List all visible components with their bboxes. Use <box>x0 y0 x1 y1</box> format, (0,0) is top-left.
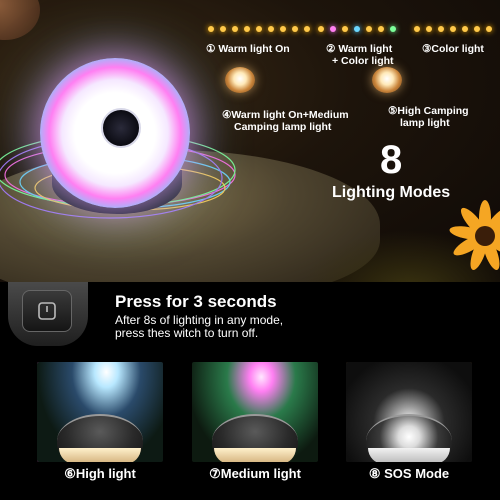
hero-scene: ① Warm light On ② Warm light + Color lig… <box>0 0 500 282</box>
lamp-puck-light <box>368 448 450 462</box>
mode-5-line2: lamp light <box>400 117 450 129</box>
mode-4-lamp-icon <box>225 67 255 93</box>
card-high-light <box>37 362 163 462</box>
mode-2-line2: + Color light <box>332 55 394 67</box>
mode-5-label: ⑤High Camping lamp light <box>388 105 469 129</box>
mode-4-line1: ④Warm light On+Medium <box>222 109 349 121</box>
card-sos-label: ⑧ SOS Mode <box>368 466 450 481</box>
mode-2-line1: ② Warm light <box>326 43 393 55</box>
sunflower-icon <box>449 200 500 270</box>
warm-light-strand <box>208 26 312 32</box>
mode-4-label: ④Warm light On+Medium Camping lamp light <box>222 109 349 133</box>
mode-3-label: ③Color light <box>422 43 484 55</box>
mode-5-line1: ⑤High Camping <box>388 105 469 117</box>
rock-decoration <box>0 0 40 40</box>
power-switch-housing <box>8 282 88 346</box>
instruction-text: After 8s of lighting in any mode, press … <box>115 314 385 340</box>
lamp-puck-light <box>214 448 296 462</box>
lamp-puck-light <box>59 448 141 462</box>
mode-2-label: ② Warm light + Color light <box>326 43 394 67</box>
mode-4-line2: Camping lamp light <box>234 121 332 133</box>
instruction-band: Press for 3 seconds After 8s of lighting… <box>0 282 500 352</box>
warm-color-strand <box>318 26 404 32</box>
card-high-label: ⑥High light <box>64 466 136 481</box>
mode-1-label: ① Warm light On <box>206 43 290 55</box>
power-button <box>22 290 72 332</box>
instruction-title: Press for 3 seconds <box>115 292 277 311</box>
card-medium-light <box>192 362 318 462</box>
modes-count: 8 <box>380 138 403 182</box>
instruction-line2: press thes witch to turn off. <box>115 326 259 340</box>
card-sos-mode <box>346 362 472 462</box>
lamp-center-button <box>101 108 141 148</box>
power-icon <box>38 302 56 320</box>
color-light-strand <box>414 26 494 32</box>
mode-5-lamp-icon <box>372 67 402 93</box>
mode-cards: ⑥High light ⑦Medium light ⑧ SOS Mode <box>0 352 500 500</box>
card-medium-label: ⑦Medium light <box>209 466 301 481</box>
